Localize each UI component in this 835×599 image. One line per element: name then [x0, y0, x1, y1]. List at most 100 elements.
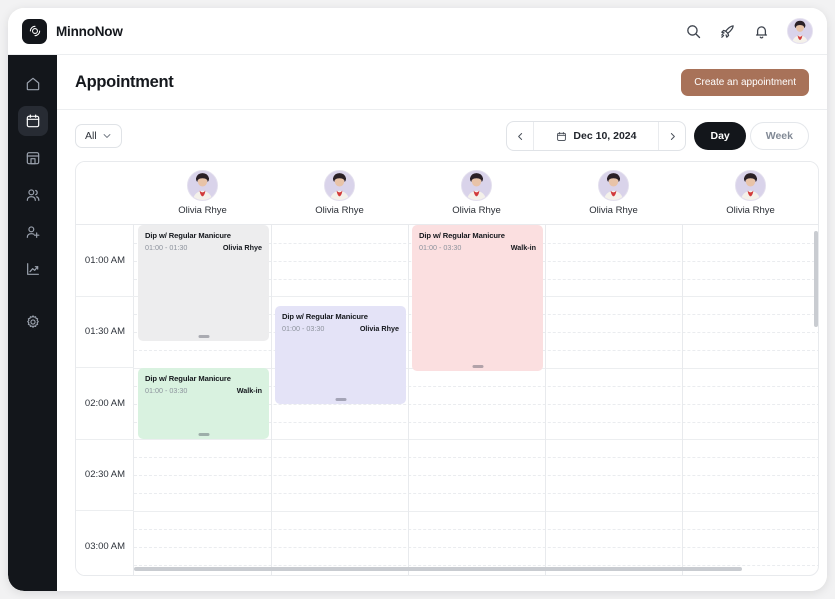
calendar-icon: [556, 131, 567, 142]
sidebar-item-add-staff[interactable]: [18, 217, 48, 247]
grid-column-divider: [682, 225, 683, 576]
appointment-assignee: Walk-in: [511, 243, 536, 252]
staff-name: Olivia Rhye: [452, 205, 501, 216]
appointment-resize-handle[interactable]: [198, 433, 209, 436]
staff-name: Olivia Rhye: [726, 205, 775, 216]
view-toggle-week[interactable]: Week: [750, 122, 809, 150]
grid-hourline: [134, 511, 819, 512]
sidebar-item-customers[interactable]: [18, 180, 48, 210]
chevron-right-icon: [668, 132, 677, 141]
time-label: 01:30 AM: [76, 297, 134, 369]
avatar: [735, 170, 766, 201]
horizontal-scrollbar[interactable]: [134, 567, 742, 571]
sidebar-item-settings[interactable]: [18, 307, 48, 337]
view-toggle: Day Week: [694, 122, 809, 150]
avatar: [187, 170, 218, 201]
avatar: [598, 170, 629, 201]
appointment-time: 01:00 - 01:30: [145, 243, 187, 252]
staff-name: Olivia Rhye: [589, 205, 638, 216]
search-icon[interactable]: [685, 23, 702, 40]
staff-column-header[interactable]: Olivia Rhye: [271, 162, 408, 224]
appointment-meta: 01:00 - 03:30 Walk-in: [145, 386, 262, 395]
calendar-grid[interactable]: Dip w/ Regular Manicure 01:00 - 01:30 Ol…: [134, 225, 819, 576]
page-title: Appointment: [75, 73, 173, 92]
filter-select-value: All: [85, 130, 97, 142]
appointment-title: Dip w/ Regular Manicure: [145, 374, 262, 383]
grid-subline: [134, 493, 819, 494]
appointment-card[interactable]: Dip w/ Regular Manicure 01:00 - 03:30 Ol…: [275, 306, 406, 404]
staff-name: Olivia Rhye: [178, 205, 227, 216]
appointment-title: Dip w/ Regular Manicure: [282, 312, 399, 321]
avatar: [324, 170, 355, 201]
appointment-resize-handle[interactable]: [335, 398, 346, 401]
appointment-card[interactable]: Dip w/ Regular Manicure 01:00 - 03:30 Wa…: [412, 225, 543, 371]
bell-icon[interactable]: [753, 23, 770, 40]
appointment-assignee: Olivia Rhye: [360, 324, 399, 333]
appointment-assignee: Olivia Rhye: [223, 243, 262, 252]
time-label: 01:00 AM: [76, 225, 134, 297]
header-divider: [57, 109, 827, 110]
rocket-icon[interactable]: [719, 23, 736, 40]
calendar-body[interactable]: 01:00 AM 01:30 AM 02:00 AM 02:30 AM 03:0…: [76, 225, 819, 576]
staff-column-header[interactable]: Olivia Rhye: [134, 162, 271, 224]
brand[interactable]: MinnoNow: [22, 19, 123, 44]
date-view-controls: Dec 10, 2024 Day Week: [506, 121, 809, 151]
vertical-scrollbar[interactable]: [814, 231, 818, 327]
appointment-resize-handle[interactable]: [198, 335, 209, 338]
date-navigator: Dec 10, 2024: [506, 121, 686, 151]
filter-select[interactable]: All: [75, 124, 122, 148]
appointment-card[interactable]: Dip w/ Regular Manicure 01:00 - 03:30 Wa…: [138, 368, 269, 439]
brand-name: MinnoNow: [56, 24, 123, 39]
sidebar-item-reports[interactable]: [18, 254, 48, 284]
staff-column-header[interactable]: Olivia Rhye: [682, 162, 819, 224]
appointment-title: Dip w/ Regular Manicure: [145, 231, 262, 240]
sidebar-item-home[interactable]: [18, 69, 48, 99]
appointment-resize-handle[interactable]: [472, 365, 483, 368]
grid-column-divider: [545, 225, 546, 576]
appointment-assignee: Walk-in: [237, 386, 262, 395]
sidebar-item-store[interactable]: [18, 143, 48, 173]
appointment-card[interactable]: Dip w/ Regular Manicure 01:00 - 01:30 Ol…: [138, 225, 269, 341]
appointment-time: 01:00 - 03:30: [419, 243, 461, 252]
topbar-actions: [685, 18, 813, 44]
top-bar: MinnoNow: [8, 8, 827, 55]
calendar-header: Olivia Rhye Olivia Rhye: [76, 162, 819, 224]
create-appointment-button[interactable]: Create an appointment: [681, 69, 809, 96]
appointment-title: Dip w/ Regular Manicure: [419, 231, 536, 240]
grid-subline: [134, 547, 819, 548]
sidebar-item-appointments[interactable]: [18, 106, 48, 136]
app-window: MinnoNow: [8, 8, 827, 591]
staff-column-header[interactable]: Olivia Rhye: [408, 162, 545, 224]
staff-column-header[interactable]: Olivia Rhye: [545, 162, 682, 224]
grid-subline: [134, 529, 819, 530]
appointment-meta: 01:00 - 03:30 Walk-in: [419, 243, 536, 252]
appointment-time: 01:00 - 03:30: [145, 386, 187, 395]
appointment-meta: 01:00 - 03:30 Olivia Rhye: [282, 324, 399, 333]
time-gutter: 01:00 AM 01:30 AM 02:00 AM 02:30 AM 03:0…: [76, 225, 134, 576]
avatar: [461, 170, 492, 201]
avatar[interactable]: [787, 18, 813, 44]
next-day-button[interactable]: [659, 122, 685, 150]
staff-name: Olivia Rhye: [315, 205, 364, 216]
appointment-meta: 01:00 - 01:30 Olivia Rhye: [145, 243, 262, 252]
grid-hourline: [134, 439, 819, 440]
time-label: 03:00 AM: [76, 511, 134, 576]
date-picker[interactable]: Dec 10, 2024: [534, 130, 658, 142]
sidebar: [8, 55, 57, 591]
chevron-left-icon: [516, 132, 525, 141]
grid-subline: [134, 457, 819, 458]
prev-day-button[interactable]: [507, 122, 533, 150]
minnonow-logo-icon: [22, 19, 47, 44]
grid-column-divider: [408, 225, 409, 576]
page-header: Appointment Create an appointment: [57, 55, 827, 109]
grid-subline: [134, 475, 819, 476]
time-label: 02:30 AM: [76, 440, 134, 512]
calendar: Olivia Rhye Olivia Rhye: [75, 161, 819, 576]
chevron-down-icon: [102, 131, 112, 141]
time-label: 02:00 AM: [76, 368, 134, 440]
main-content: Appointment Create an appointment All: [57, 55, 827, 591]
grid-column-divider: [271, 225, 272, 576]
view-toggle-day[interactable]: Day: [694, 122, 745, 150]
grid-subline: [134, 565, 819, 566]
appointment-time: 01:00 - 03:30: [282, 324, 324, 333]
